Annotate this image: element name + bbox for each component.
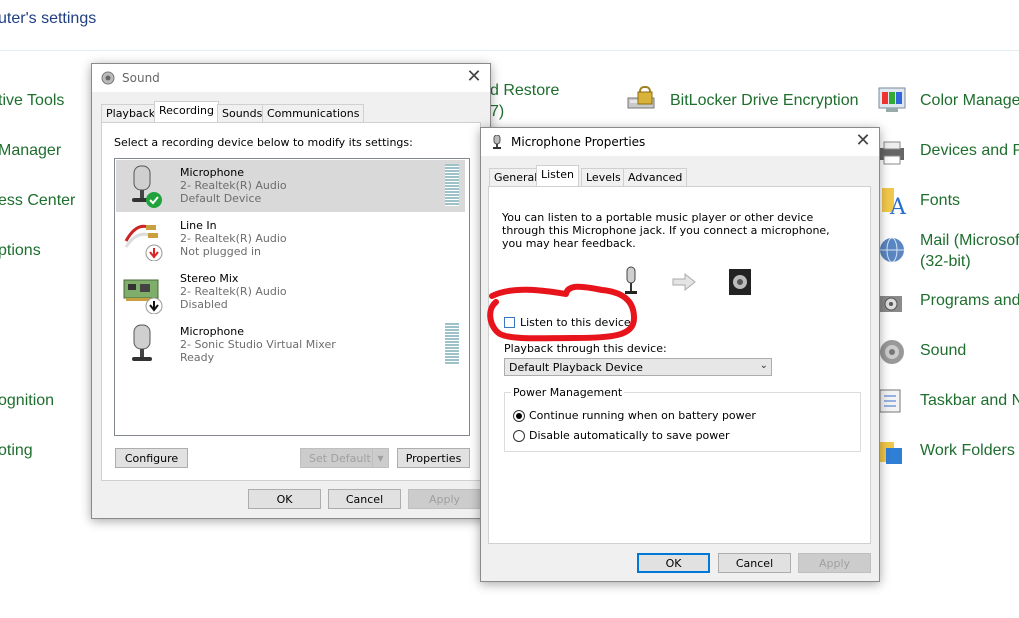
power-management-group bbox=[504, 392, 861, 452]
device-status: Not plugged in bbox=[180, 245, 262, 258]
divider bbox=[0, 50, 1019, 51]
playback-select-value: Default Playback Device bbox=[509, 361, 643, 374]
listen-description: You can listen to a portable music playe… bbox=[502, 211, 830, 250]
continue-running-radio[interactable] bbox=[513, 410, 525, 422]
red-annotation-circle bbox=[487, 283, 637, 342]
sound-dialog: Sound ✕ Playback Recording Sounds Commun… bbox=[91, 63, 491, 519]
cp-link-fonts[interactable]: Fonts bbox=[920, 190, 960, 211]
device-name: Line In bbox=[180, 219, 217, 232]
cp-link-mail-line2[interactable]: (32-bit) bbox=[920, 251, 971, 272]
disable-auto-radio[interactable] bbox=[513, 430, 525, 442]
device-status: Default Device bbox=[180, 192, 262, 205]
device-driver: 2- Realtek(R) Audio bbox=[180, 285, 287, 298]
continue-running-label[interactable]: Continue running when on battery power bbox=[529, 409, 756, 422]
device-status: Ready bbox=[180, 351, 215, 364]
level-meter bbox=[445, 164, 459, 206]
cp-link-admin-tools[interactable]: tive Tools bbox=[0, 90, 64, 111]
device-driver: 2- Realtek(R) Audio bbox=[180, 232, 287, 245]
device-list[interactable]: Microphone 2- Realtek(R) Audio Default D… bbox=[114, 158, 470, 436]
cp-link-color-management[interactable]: Color Manage bbox=[920, 90, 1019, 111]
tab-recording[interactable]: Recording bbox=[154, 101, 220, 122]
list-item[interactable]: Microphone 2- Realtek(R) Audio Default D… bbox=[116, 160, 465, 212]
tab-listen[interactable]: Listen bbox=[536, 165, 579, 186]
sound-icon bbox=[880, 340, 904, 364]
device-name: Microphone bbox=[180, 325, 245, 338]
playback-select[interactable]: Default Playback Device ⌄ bbox=[504, 358, 772, 376]
mic-titlebar: Microphone Properties ✕ bbox=[481, 128, 879, 156]
cp-link-indexing-options[interactable]: ptions bbox=[0, 240, 41, 261]
color-management-icon bbox=[878, 87, 906, 112]
chevron-down-icon: ▼ bbox=[372, 448, 389, 468]
sound-tabs: Playback Recording Sounds Communications bbox=[101, 101, 481, 122]
cp-link-credential-manager[interactable]: Manager bbox=[0, 140, 61, 161]
list-item[interactable]: Microphone 2- Sonic Studio Virtual Mixer… bbox=[116, 319, 465, 371]
ok-button[interactable]: OK bbox=[248, 489, 321, 509]
set-default-button: Set Default bbox=[300, 448, 373, 468]
device-name: Microphone bbox=[180, 166, 245, 179]
configure-button[interactable]: Configure bbox=[115, 448, 188, 468]
device-status: Disabled bbox=[180, 298, 228, 311]
cp-link-programs-features[interactable]: Programs and bbox=[920, 290, 1019, 311]
recording-panel: Select a recording device below to modif… bbox=[101, 122, 481, 481]
ok-button[interactable]: OK bbox=[637, 553, 710, 573]
line-in-cable-icon bbox=[124, 224, 163, 261]
cp-link-bitlocker[interactable]: BitLocker Drive Encryption bbox=[670, 90, 859, 111]
close-icon[interactable]: ✕ bbox=[853, 131, 873, 151]
cp-link-ease-of-access[interactable]: ess Center bbox=[0, 190, 75, 211]
cancel-button[interactable]: Cancel bbox=[718, 553, 791, 573]
arrow-right-icon bbox=[672, 272, 696, 292]
disable-auto-label[interactable]: Disable automatically to save power bbox=[529, 429, 730, 442]
cp-link-taskbar[interactable]: Taskbar and N bbox=[920, 390, 1019, 411]
tab-playback[interactable]: Playback bbox=[101, 104, 161, 122]
cp-link-work-folders[interactable]: Work Folders bbox=[920, 440, 1015, 461]
instruction-text: Select a recording device below to modif… bbox=[114, 136, 413, 149]
work-folders-icon bbox=[880, 442, 902, 464]
fonts-icon: A bbox=[882, 188, 907, 218]
devices-printers-icon bbox=[880, 141, 904, 165]
apply-button: Apply bbox=[798, 553, 871, 573]
sound-titlebar: Sound ✕ bbox=[92, 64, 490, 92]
microphone-icon bbox=[493, 135, 501, 149]
programs-icon bbox=[880, 296, 902, 312]
apply-button: Apply bbox=[408, 489, 481, 509]
svg-text:A: A bbox=[889, 195, 907, 218]
cp-link-backup-restore-line2[interactable]: 7) bbox=[490, 101, 504, 122]
tab-advanced[interactable]: Advanced bbox=[623, 168, 688, 186]
speaker-icon bbox=[101, 71, 115, 85]
list-item[interactable]: Line In 2- Realtek(R) Audio Not plugged … bbox=[116, 213, 465, 265]
chevron-down-icon: ⌄ bbox=[759, 360, 768, 371]
cp-link-backup-restore[interactable]: d Restore bbox=[490, 80, 559, 101]
cancel-button[interactable]: Cancel bbox=[328, 489, 401, 509]
power-group-label: Power Management bbox=[511, 386, 625, 399]
mail-icon bbox=[880, 237, 904, 263]
cp-link-sound[interactable]: Sound bbox=[920, 340, 966, 361]
close-icon[interactable]: ✕ bbox=[464, 67, 484, 87]
cp-link-mail[interactable]: Mail (Microsof bbox=[920, 230, 1019, 251]
device-name: Stereo Mix bbox=[180, 272, 239, 285]
list-item[interactable]: Stereo Mix 2- Realtek(R) Audio Disabled bbox=[116, 266, 465, 318]
sound-card-icon bbox=[123, 279, 163, 314]
sound-title: Sound bbox=[122, 71, 160, 85]
taskbar-icon bbox=[879, 389, 901, 413]
tab-general[interactable]: General bbox=[489, 168, 543, 186]
tab-communications[interactable]: Communications bbox=[262, 104, 365, 122]
cp-link-speech-recognition[interactable]: ognition bbox=[0, 390, 54, 411]
tab-levels[interactable]: Levels bbox=[581, 168, 626, 186]
device-driver: 2- Realtek(R) Audio bbox=[180, 179, 287, 192]
device-driver: 2- Sonic Studio Virtual Mixer bbox=[180, 338, 336, 351]
bitlocker-icon bbox=[627, 86, 655, 109]
cp-link-devices-printers[interactable]: Devices and Pr bbox=[920, 140, 1019, 161]
page-title: uter's settings bbox=[0, 10, 97, 27]
level-meter bbox=[445, 323, 459, 365]
microphone-icon bbox=[132, 165, 162, 208]
speaker-icon bbox=[729, 269, 751, 295]
listen-panel: You can listen to a portable music playe… bbox=[488, 186, 871, 544]
microphone-properties-dialog: Microphone Properties ✕ General Listen L… bbox=[480, 127, 880, 582]
cp-link-troubleshooting[interactable]: oting bbox=[0, 440, 33, 461]
mic-tabs: General Listen Levels Advanced bbox=[489, 165, 869, 186]
tab-sounds[interactable]: Sounds bbox=[217, 104, 268, 122]
properties-button[interactable]: Properties bbox=[397, 448, 470, 468]
mic-title: Microphone Properties bbox=[511, 135, 646, 149]
microphone-icon bbox=[132, 324, 152, 361]
